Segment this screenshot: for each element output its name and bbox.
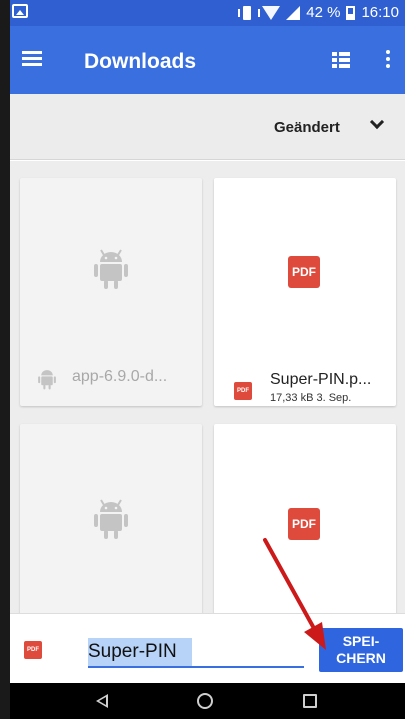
screen: 42 % 16:10 Downloads Geändert app-6.9.0-… xyxy=(10,0,405,719)
file-grid: app-6.9.0-d... PDF PDF Super-PIN.p... 17… xyxy=(10,161,405,624)
status-bar: 42 % 16:10 xyxy=(10,0,405,26)
more-vert-icon[interactable] xyxy=(385,50,391,70)
file-card-pdf[interactable]: PDF PDF Super-PIN.p... 17,33 kB 3. Sep. xyxy=(214,178,396,406)
file-card-apk: app-6.9.0-d... xyxy=(20,178,202,406)
file-meta: 17,33 kB 3. Sep. xyxy=(270,392,352,404)
file-name: app-6.9.0-d... xyxy=(72,368,168,385)
battery-percent: 42 % xyxy=(306,4,341,21)
battery-icon xyxy=(346,5,356,20)
pdf-small-icon: PDF xyxy=(234,382,252,400)
save-button[interactable]: SPEI- CHERN xyxy=(319,628,403,672)
recents-icon[interactable] xyxy=(303,694,317,708)
android-small-icon xyxy=(38,370,56,390)
sort-bar: Geändert xyxy=(10,94,405,160)
app-toolbar: Downloads xyxy=(10,26,405,94)
filename-field[interactable] xyxy=(88,638,304,668)
pdf-icon: PDF xyxy=(288,256,320,288)
signal-icon xyxy=(286,5,301,20)
chevron-down-icon[interactable] xyxy=(369,114,385,130)
page-title: Downloads xyxy=(84,50,197,73)
filename-input[interactable] xyxy=(88,640,304,664)
system-nav-bar xyxy=(10,683,405,719)
android-icon xyxy=(94,499,128,539)
pdf-file-type-icon: PDF xyxy=(24,641,42,659)
back-icon[interactable] xyxy=(96,694,108,708)
vibrate-icon xyxy=(238,5,261,20)
home-icon[interactable] xyxy=(197,693,213,709)
pdf-icon: PDF xyxy=(288,508,320,540)
android-icon xyxy=(94,249,128,289)
gallery-notification-icon xyxy=(12,4,28,18)
status-indicators: 42 % 16:10 xyxy=(238,4,399,21)
clock: 16:10 xyxy=(361,4,399,21)
hamburger-menu-icon[interactable] xyxy=(22,51,42,67)
file-card-pdf[interactable]: PDF xyxy=(214,424,396,624)
wifi-icon xyxy=(262,5,281,20)
save-bar: PDF SPEI- CHERN xyxy=(10,613,405,683)
file-card-apk xyxy=(20,424,202,624)
list-view-icon[interactable] xyxy=(332,52,350,68)
file-name: Super-PIN.p... xyxy=(270,371,372,388)
sort-dropdown-label[interactable]: Geändert xyxy=(274,119,340,136)
